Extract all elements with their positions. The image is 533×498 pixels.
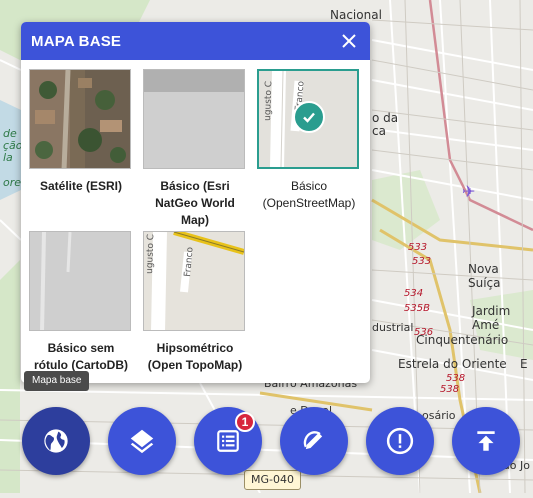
draw-button[interactable] — [280, 407, 348, 475]
map-label-ca: ca — [372, 124, 386, 138]
map-label-e: E — [520, 357, 528, 371]
upload-icon — [477, 431, 495, 451]
basemap-option-satellite[interactable]: Satélite (ESRI) — [29, 69, 133, 195]
map-label-industrial: dustrial — [372, 321, 414, 334]
check-badge — [293, 101, 325, 133]
map-label-nacional: Nacional — [330, 8, 382, 22]
upload-button[interactable] — [452, 407, 520, 475]
map-label-estrela-do-oriente: Estrela do Oriente — [398, 357, 507, 371]
route-label: 534 — [404, 288, 424, 299]
topo-street-label: ugusto C — [145, 234, 156, 274]
panel-title: MAPA BASE — [31, 32, 122, 50]
layers-button[interactable] — [108, 407, 176, 475]
satellite-image — [30, 70, 130, 168]
layers-icon — [130, 429, 154, 454]
svg-text:✈: ✈ — [462, 182, 475, 201]
natgeo-thumbnail — [143, 69, 245, 169]
edit-icon — [303, 431, 323, 450]
cartodb-thumbnail — [29, 231, 131, 331]
globe-icon — [44, 429, 68, 453]
close-icon — [342, 34, 356, 48]
map-label-oda: o da — [372, 111, 399, 125]
alerts-button[interactable] — [366, 407, 434, 475]
panel-header: MAPA BASE — [21, 22, 370, 60]
tile-label: Básico (OpenStreetMap) — [262, 179, 356, 210]
basemap-option-opentopomap[interactable]: ugusto C Franco Hipsométrico (Open TopoM… — [143, 231, 247, 374]
map-label-nova-suica: Nova Suíça — [468, 262, 501, 290]
basemap-option-openstreetmap[interactable]: ugusto C Franco Básico (OpenStreetMap) — [257, 69, 361, 212]
route-label: 536 — [414, 327, 434, 338]
check-icon — [303, 112, 315, 123]
satellite-thumbnail — [29, 69, 131, 169]
route-label: 538 — [446, 373, 466, 384]
basemap-option-cartodb[interactable]: Básico sem rótulo (CartoDB) — [29, 231, 133, 374]
topo-image: ugusto C Franco — [144, 232, 244, 330]
tile-label: Básico sem rótulo (CartoDB) — [34, 341, 128, 372]
legend-list-button[interactable]: 1 — [194, 407, 262, 475]
tile-label: Satélite (ESRI) — [39, 179, 123, 193]
basemap-button[interactable] — [22, 407, 90, 475]
osm-thumbnail: ugusto C Franco — [257, 69, 359, 169]
notification-badge: 1 — [235, 412, 255, 432]
tile-label: Hipsométrico (Open TopoMap) — [147, 341, 243, 372]
close-button[interactable] — [338, 30, 360, 52]
route-label: 533 — [412, 256, 432, 267]
road-shield: MG-040 — [244, 470, 301, 490]
basemap-option-esri-natgeo[interactable]: Básico (Esri NatGeo World Map) — [143, 69, 247, 229]
alert-icon — [386, 427, 414, 455]
cartodb-image — [30, 232, 130, 330]
route-label: 535B — [404, 303, 430, 314]
map-label-left-la: la — [3, 151, 13, 164]
natgeo-image — [144, 70, 244, 168]
tile-label: Básico (Esri NatGeo World Map) — [155, 179, 235, 227]
map-label-jardim-america: Jardim Amé — [472, 304, 511, 332]
base-map-panel: MAPA BASE Satélite (ESRI) Básico (Esri N… — [21, 22, 370, 383]
route-label: 538 — [440, 384, 460, 395]
tooltip: Mapa base — [24, 371, 90, 391]
osm-street-label: ugusto C — [263, 81, 274, 121]
list-icon — [217, 430, 239, 452]
route-label: 533 — [408, 242, 428, 253]
topo-thumbnail: ugusto C Franco — [143, 231, 245, 331]
